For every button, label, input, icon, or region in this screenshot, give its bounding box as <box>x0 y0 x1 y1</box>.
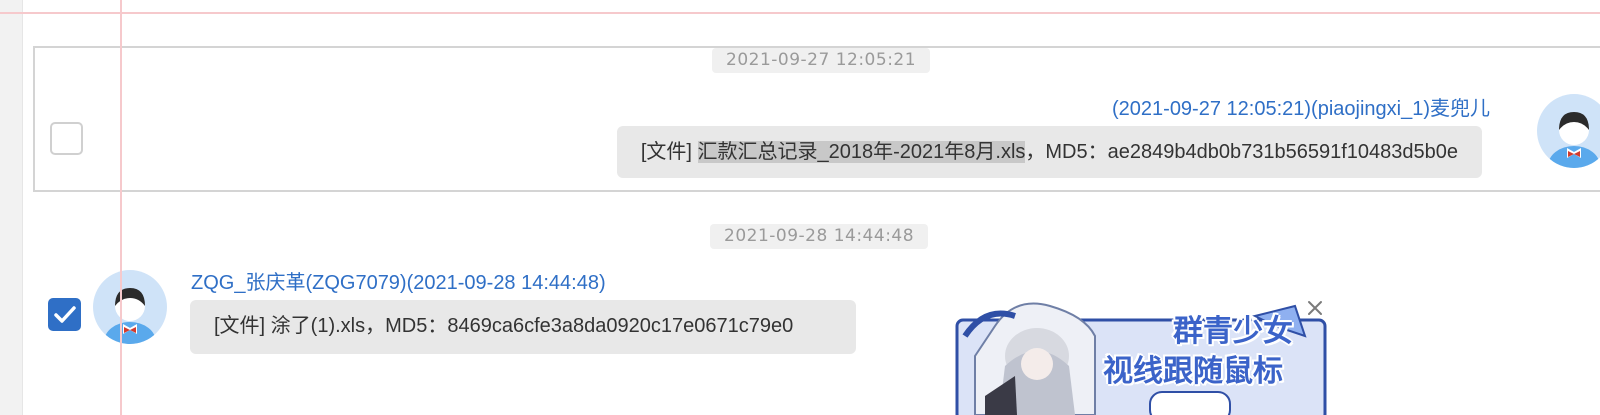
checkmark-icon <box>54 306 76 323</box>
selected-filename: 汇款汇总记录_2018年-2021年8月.xls <box>697 141 1026 163</box>
avatar[interactable] <box>1537 94 1600 168</box>
message-bubble[interactable]: [文件] 涂了(1).xls，MD5：8469ca6cfe3a8da0920c1… <box>190 300 856 354</box>
floating-ad[interactable]: 群青少女 视线跟随鼠标 <box>955 296 1335 415</box>
timestamp-chip: 2021-09-27 12:05:21 <box>712 48 931 73</box>
ad-title-line2: 视线跟随鼠标 <box>1103 354 1283 389</box>
horizontal-guide-line <box>0 12 1600 14</box>
message-block-selected[interactable]: 2021-09-27 12:05:21 (2021-09-27 12:05:21… <box>33 46 1600 192</box>
message-checkbox[interactable] <box>50 122 83 155</box>
close-icon <box>1307 300 1323 316</box>
message-bubble[interactable]: [文件] 汇款汇总记录_2018年-2021年8月.xls，MD5：ae2849… <box>616 126 1482 178</box>
sender-name: (2021-09-27 12:05:21)(piaojingxi_1)麦兜儿 <box>1112 98 1490 120</box>
close-icon[interactable] <box>1305 298 1325 318</box>
file-tag: [文件] <box>640 141 698 163</box>
user-avatar-icon <box>1548 112 1600 168</box>
vertical-guide-line <box>120 0 122 415</box>
message-block[interactable]: 2021-09-28 14:44:48 ZQG_张庆革(ZQG7079)(202… <box>33 214 1600 415</box>
file-md5: ，MD5：ae2849b4db0b731b56591f10483d5b0e <box>1025 141 1458 163</box>
timestamp-chip: 2021-09-28 14:44:48 <box>710 224 929 249</box>
sender-name: ZQG_张庆革(ZQG7079)(2021-09-28 14:44:48) <box>191 272 606 294</box>
avatar[interactable] <box>93 270 167 344</box>
user-avatar-icon <box>104 288 156 344</box>
ad-title-line1: 群青少女 <box>1173 314 1293 349</box>
message-checkbox-checked[interactable] <box>48 298 81 331</box>
left-margin-strip <box>0 0 23 415</box>
